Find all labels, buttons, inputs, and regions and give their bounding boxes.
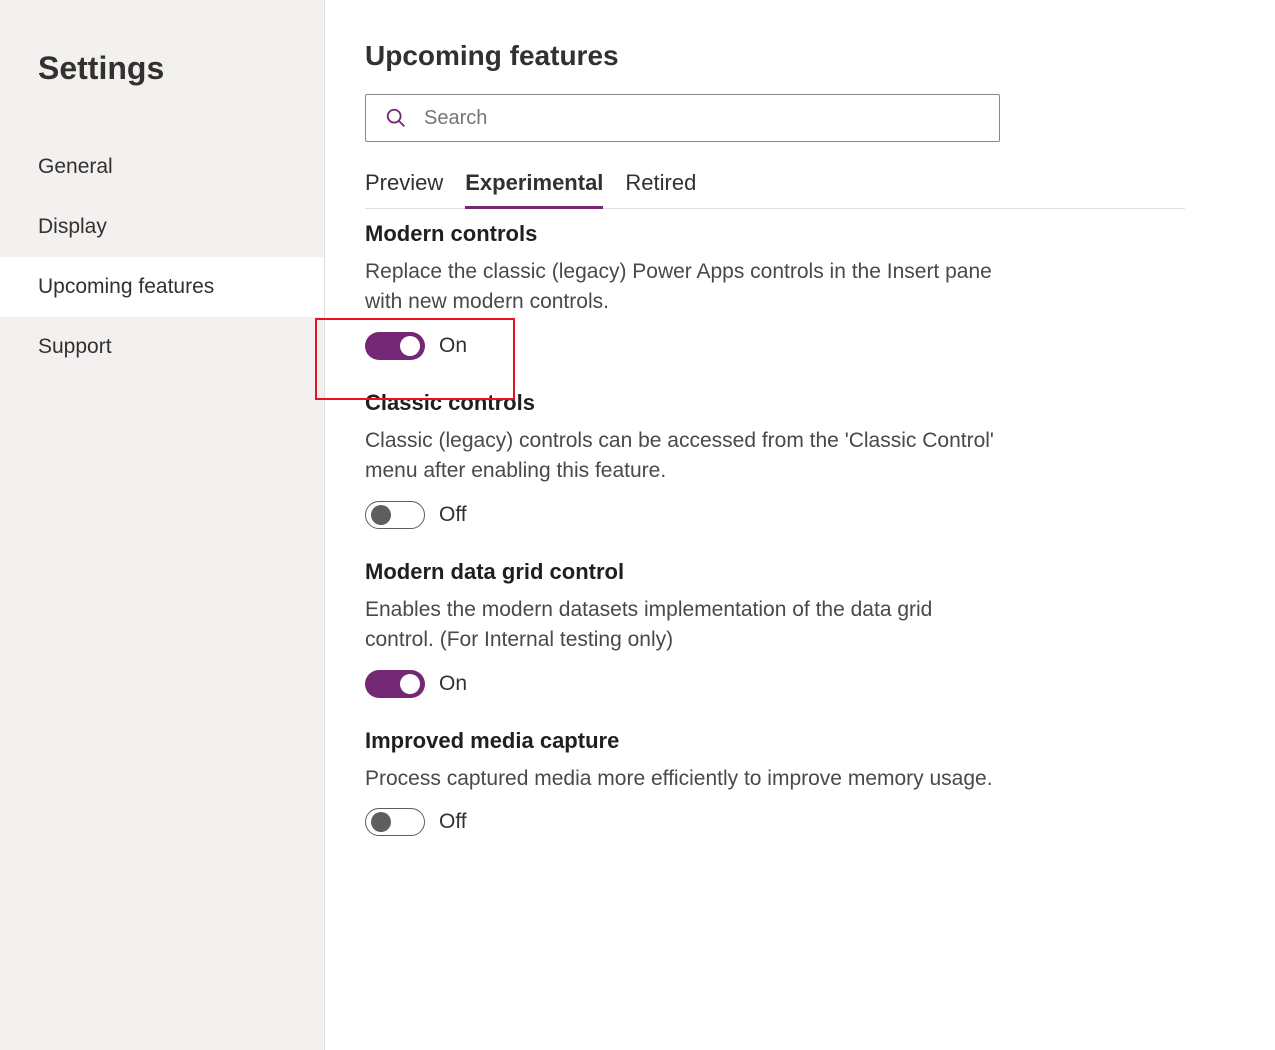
tab-experimental[interactable]: Experimental — [465, 162, 603, 209]
toggle-modern-data-grid[interactable] — [365, 670, 425, 698]
setting-description: Replace the classic (legacy) Power Apps … — [365, 257, 1005, 318]
toggle-knob — [400, 336, 420, 356]
toggle-row: Off — [365, 501, 1005, 529]
main: Upcoming features Preview Experimental R… — [325, 0, 1275, 1050]
toggle-knob — [371, 505, 391, 525]
tabs: Preview Experimental Retired — [365, 162, 1185, 209]
toggle-state-label: Off — [439, 810, 467, 834]
setting-title: Modern data grid control — [365, 559, 1005, 585]
toggle-improved-media-capture[interactable] — [365, 808, 425, 836]
setting-title: Classic controls — [365, 390, 1005, 416]
setting-description: Classic (legacy) controls can be accesse… — [365, 426, 1005, 487]
toggle-knob — [400, 674, 420, 694]
sidebar-item-display[interactable]: Display — [0, 197, 324, 257]
tab-retired[interactable]: Retired — [625, 162, 696, 208]
setting-title: Improved media capture — [365, 728, 1005, 754]
setting-title: Modern controls — [365, 221, 1005, 247]
toggle-row: On — [365, 332, 1005, 360]
setting-description: Enables the modern datasets implementati… — [365, 595, 1005, 656]
toggle-state-label: On — [439, 672, 467, 696]
setting-modern-data-grid: Modern data grid control Enables the mod… — [365, 559, 1005, 698]
setting-modern-controls: Modern controls Replace the classic (leg… — [365, 221, 1005, 360]
setting-improved-media-capture: Improved media capture Process captured … — [365, 728, 1005, 836]
toggle-row: On — [365, 670, 1005, 698]
sidebar-item-general[interactable]: General — [0, 137, 324, 197]
toggle-row: Off — [365, 808, 1005, 836]
sidebar-item-support[interactable]: Support — [0, 317, 324, 377]
toggle-knob — [371, 812, 391, 832]
search-icon — [385, 107, 407, 129]
toggle-classic-controls[interactable] — [365, 501, 425, 529]
setting-classic-controls: Classic controls Classic (legacy) contro… — [365, 390, 1005, 529]
sidebar-title: Settings — [0, 50, 324, 87]
search-wrapper — [365, 94, 1000, 142]
sidebar: Settings General Display Upcoming featur… — [0, 0, 325, 1050]
page-title: Upcoming features — [365, 40, 1275, 72]
tab-preview[interactable]: Preview — [365, 162, 443, 208]
sidebar-item-upcoming-features[interactable]: Upcoming features — [0, 257, 324, 317]
setting-description: Process captured media more efficiently … — [365, 764, 1005, 794]
toggle-modern-controls[interactable] — [365, 332, 425, 360]
search-input[interactable] — [365, 94, 1000, 142]
toggle-state-label: Off — [439, 503, 467, 527]
toggle-state-label: On — [439, 334, 467, 358]
